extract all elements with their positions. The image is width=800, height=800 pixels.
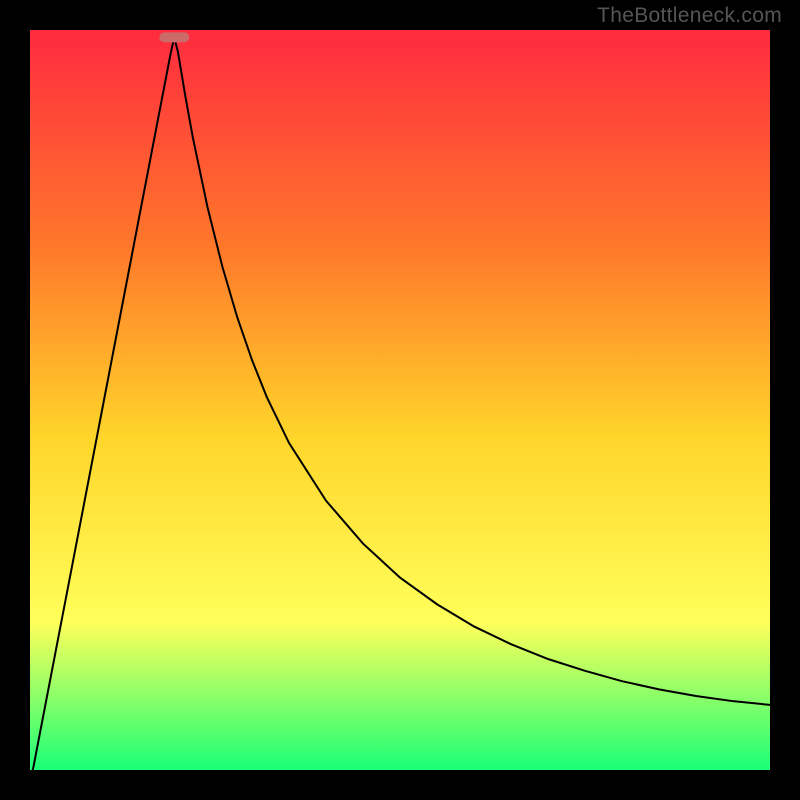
minimum-marker bbox=[159, 32, 189, 42]
gradient-background bbox=[30, 30, 770, 770]
chart-frame: TheBottleneck.com bbox=[0, 0, 800, 800]
plot-area bbox=[30, 30, 770, 770]
watermark-label: TheBottleneck.com bbox=[597, 4, 782, 28]
plot-svg bbox=[30, 30, 770, 770]
